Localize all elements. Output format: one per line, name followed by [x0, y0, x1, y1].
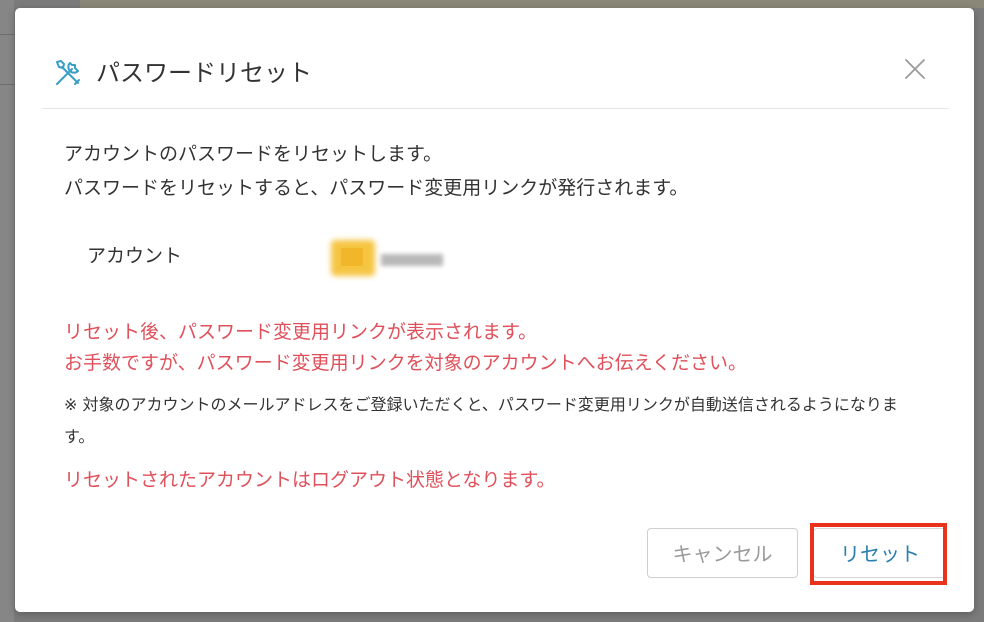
warning-text: お手数ですが、パスワード変更用リンクを対象のアカウントへお伝えください。 — [64, 352, 748, 374]
account-value-redacted — [321, 230, 451, 284]
password-reset-dialog: パスワードリセット アカウントのパスワードをリセットします。 パスワードをリセッ… — [15, 8, 974, 612]
note-text: ※ 対象のアカウントのメールアドレスをご登録いただくと、パスワード変更用リンクが… — [64, 395, 898, 446]
description-line: アカウントのパスワードをリセットします。 — [64, 143, 443, 165]
tools-icon — [56, 60, 80, 85]
background-divider — [0, 34, 14, 35]
logout-warning: リセットされたアカウントはログアウト状態となります。 — [64, 469, 556, 491]
close-icon[interactable] — [902, 56, 928, 82]
background-sidebar — [0, 0, 14, 622]
background-header — [80, 0, 984, 8]
dialog-title: パスワードリセット — [96, 59, 312, 87]
account-label: アカウント — [87, 245, 183, 267]
warning-text: リセット後、パスワード変更用リンクが表示されます。 — [64, 321, 538, 343]
description-line: パスワードをリセットすると、パスワード変更用リンクが発行されます。 — [64, 177, 689, 199]
cancel-button[interactable]: キャンセル — [647, 528, 798, 578]
redacted-avatar — [341, 248, 363, 266]
background-divider — [0, 84, 14, 85]
reset-button[interactable]: リセット — [813, 528, 947, 578]
dialog-header: パスワードリセット — [42, 40, 949, 109]
redacted-account-name — [381, 254, 443, 266]
